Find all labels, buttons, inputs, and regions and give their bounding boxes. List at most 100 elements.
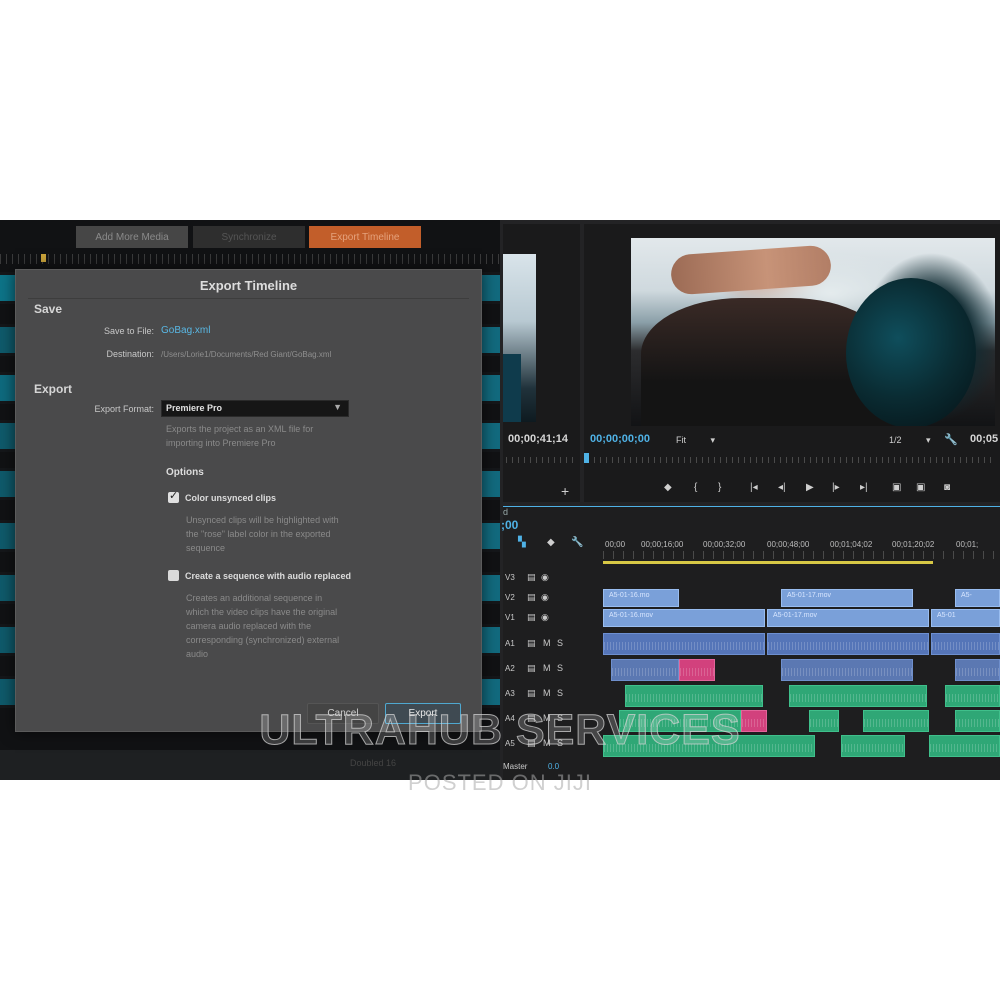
timeline-top-label: d <box>503 507 509 517</box>
ruler-label: 00;01;20;02 <box>892 540 935 549</box>
add-more-media-button[interactable]: Add More Media <box>76 226 188 248</box>
unsynced-audio-clip[interactable] <box>679 659 715 681</box>
wrench-icon[interactable]: 🔧 <box>944 433 958 446</box>
video-clip[interactable]: A5-01-17.mov <box>767 609 929 627</box>
mark-in-icon[interactable]: { <box>694 482 697 493</box>
audio-clip[interactable] <box>789 685 927 707</box>
solo-icon[interactable]: S <box>557 638 563 648</box>
audio-clip[interactable] <box>931 633 1000 655</box>
marker-icon[interactable]: ◆ <box>664 482 672 493</box>
eye-icon[interactable]: ◉ <box>541 592 549 603</box>
eye-icon[interactable]: ◉ <box>541 572 549 583</box>
export-format-select[interactable]: Premiere Pro ▼ <box>161 400 349 417</box>
track-header-a3[interactable]: A3 ▤ M S <box>503 685 601 705</box>
destination-label: Destination: <box>106 349 154 359</box>
camera-icon[interactable]: ◙ <box>944 482 950 493</box>
audio-clip[interactable] <box>625 685 763 707</box>
track-header-v1[interactable]: V1 ▤ ◉ <box>503 609 601 629</box>
track-header-a1[interactable]: A1 ▤ M S <box>503 635 601 655</box>
video-clip[interactable]: A5-01-16.mov <box>603 609 765 627</box>
ruler-label: 00;01;04;02 <box>830 540 873 549</box>
step-forward-icon[interactable]: |▸ <box>832 482 840 493</box>
solo-icon[interactable]: S <box>557 663 563 673</box>
play-icon[interactable]: ▶ <box>806 482 814 493</box>
program-video-frame <box>631 238 995 426</box>
program-timecode[interactable]: 00;00;00;00 <box>590 433 650 445</box>
overwrite-icon[interactable]: ▣ <box>916 482 925 493</box>
eye-icon[interactable]: ◉ <box>541 612 549 623</box>
option2-description: Creates an additional sequence in which … <box>186 591 339 661</box>
mute-icon[interactable]: M <box>543 663 551 673</box>
save-section-heading: Save <box>34 302 63 316</box>
track-header-a2[interactable]: A2 ▤ M S <box>503 660 601 680</box>
audio-clip[interactable] <box>611 659 679 681</box>
wrench-icon[interactable]: 🔧 <box>571 537 583 548</box>
marker-icon[interactable]: ◆ <box>547 537 555 548</box>
film-icon[interactable]: ▤ <box>527 663 536 674</box>
clip-label: A5-01-17.mov <box>787 592 831 599</box>
video-clip[interactable]: A5-01-17.mov <box>781 589 913 607</box>
ruler-label: 00;00 <box>605 540 626 549</box>
audio-clip[interactable] <box>955 659 1000 681</box>
add-button-icon[interactable]: + <box>561 483 569 499</box>
snap-icon[interactable]: ▚ <box>518 537 526 548</box>
export-timeline-button[interactable]: Export Timeline <box>309 226 421 248</box>
work-area-bar[interactable] <box>603 561 933 564</box>
film-icon[interactable]: ▤ <box>527 592 536 603</box>
audio-replaced-checkbox[interactable] <box>168 570 179 581</box>
destination-path: /Users/Lorie1/Documents/Red Giant/GoBag.… <box>161 350 332 359</box>
color-unsynced-checkbox[interactable]: ✓ <box>168 490 179 503</box>
resolution-select[interactable]: 1/2 ▾ <box>889 435 931 446</box>
desc-line: camera audio replaced with the <box>186 621 312 631</box>
save-to-file-link[interactable]: GoBag.xml <box>161 325 210 336</box>
fit-label: Fit <box>676 435 686 445</box>
synchronize-button[interactable]: Synchronize <box>193 226 305 248</box>
desc-line: corresponding (synchronized) external <box>186 635 340 645</box>
desc-line: the "rose" label color in the exported <box>186 529 331 539</box>
solo-icon[interactable]: S <box>557 688 563 698</box>
film-icon[interactable]: ▤ <box>527 688 536 699</box>
track-header-v3[interactable]: V3 ▤ ◉ <box>503 569 601 589</box>
track-name: V1 <box>505 613 515 622</box>
format-description: Exports the project as an XML file for i… <box>166 422 313 450</box>
track-name: A2 <box>505 664 515 673</box>
audio-clip[interactable] <box>781 659 913 681</box>
insert-icon[interactable]: ▣ <box>892 482 901 493</box>
film-icon[interactable]: ▤ <box>527 638 536 649</box>
option1-description: Unsynced clips will be highlighted with … <box>186 513 339 555</box>
audio-clip[interactable] <box>945 685 1000 707</box>
checkmark-icon: ✓ <box>169 490 179 502</box>
clip-label: A5-01-16.mo <box>609 592 650 599</box>
chevron-down-icon: ▼ <box>333 402 342 412</box>
mute-icon[interactable]: M <box>543 688 551 698</box>
export-format-value: Premiere Pro <box>166 403 223 413</box>
color-unsynced-label[interactable]: Color unsynced clips <box>185 493 276 503</box>
sync-app-window: Add More Media Synchronize Export Timeli… <box>0 220 500 780</box>
video-clip[interactable]: A5-01-16.mo <box>603 589 679 607</box>
go-to-in-icon[interactable]: |◂ <box>750 482 758 493</box>
watermark-subtext: POSTED ON JIJI <box>408 770 592 795</box>
audio-clip[interactable] <box>767 633 929 655</box>
track-name: A1 <box>505 639 515 648</box>
mark-out-icon[interactable]: } <box>718 482 721 493</box>
step-back-icon[interactable]: ◂| <box>778 482 786 493</box>
source-timecode[interactable]: 00;00;41;14 <box>508 433 568 445</box>
zoom-fit-select[interactable]: Fit ▾ <box>676 435 715 446</box>
go-to-out-icon[interactable]: ▸| <box>860 482 868 493</box>
mute-icon[interactable]: M <box>543 638 551 648</box>
audio-clip[interactable] <box>603 633 765 655</box>
video-clip[interactable]: A5- <box>955 589 1000 607</box>
timeline-timecode[interactable]: ;00 <box>501 518 518 532</box>
film-icon[interactable]: ▤ <box>527 612 536 623</box>
audio-replaced-label[interactable]: Create a sequence with audio replaced <box>185 571 351 581</box>
options-heading: Options <box>166 467 204 478</box>
track-header-v2[interactable]: V2 ▤ ◉ <box>503 589 601 609</box>
film-icon[interactable]: ▤ <box>527 572 536 583</box>
clip-label: A5-01-17.mov <box>773 612 817 619</box>
playhead-marker[interactable] <box>41 254 46 262</box>
premiere-pro-window: 00;00;41;14 + 00;00;00;00 Fit ▾ 1/2 ▾ 🔧 … <box>500 220 1000 780</box>
transport-controls: ◆ { } |◂ ◂| ▶ |▸ ▸| ▣ ▣ ◙ <box>654 482 964 498</box>
save-to-file-label: Save to File: <box>103 326 154 336</box>
video-clip[interactable]: A5-01 <box>931 609 1000 627</box>
program-playhead[interactable] <box>584 453 589 463</box>
